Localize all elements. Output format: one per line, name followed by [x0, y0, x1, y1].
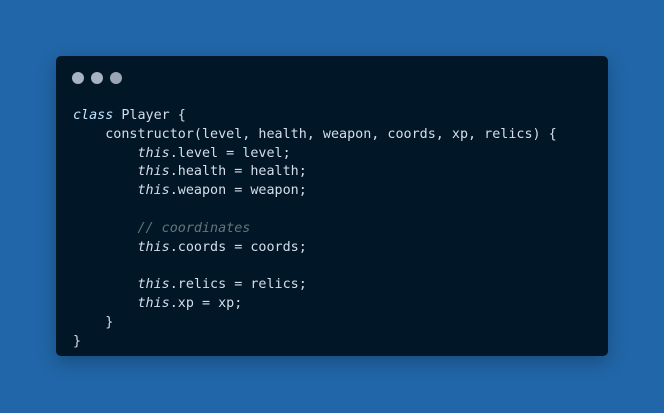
- code-line-11: this.xp = xp;: [73, 295, 557, 314]
- window-titlebar: [56, 56, 608, 96]
- assignment-coords: .coords = coords;: [169, 239, 307, 255]
- code-line-7: // coordinates: [73, 220, 557, 239]
- constructor-close-brace: }: [73, 314, 114, 330]
- this-keyword: this: [137, 183, 170, 199]
- code-line-5: this.weapon = weapon;: [73, 182, 557, 201]
- code-block: class Player { constructor(level, health…: [73, 107, 557, 351]
- this-keyword: this: [137, 145, 170, 161]
- comment-coordinates: // coordinates: [137, 220, 251, 236]
- class-keyword: class: [73, 108, 114, 123]
- constructor-signature: constructor(level, health, weapon, coord…: [73, 126, 557, 142]
- class-close-brace: }: [73, 333, 82, 349]
- page: { "window": { "title_dots": ["close-dot"…: [0, 0, 664, 413]
- class-declaration: Player {: [113, 108, 186, 123]
- code-window: class Player { constructor(level, health…: [56, 56, 608, 356]
- minimize-dot-icon[interactable]: [91, 72, 103, 84]
- code-line-4: this.health = health;: [73, 163, 557, 182]
- assignment-weapon: .weapon = weapon;: [169, 183, 307, 199]
- code-line-13: }: [73, 333, 557, 352]
- this-keyword: this: [137, 239, 170, 255]
- maximize-dot-icon[interactable]: [110, 72, 122, 84]
- close-dot-icon[interactable]: [72, 72, 84, 84]
- this-keyword: this: [137, 164, 170, 180]
- assignment-health: .health = health;: [169, 164, 307, 180]
- code-line-3: this.level = level;: [73, 145, 557, 164]
- assignment-relics: .relics = relics;: [169, 277, 307, 293]
- code-line-8: this.coords = coords;: [73, 239, 557, 258]
- this-keyword: this: [137, 277, 170, 293]
- assignment-xp: .xp = xp;: [169, 295, 243, 311]
- this-keyword: this: [137, 295, 170, 311]
- assignment-level: .level = level;: [169, 145, 291, 161]
- code-line-10: this.relics = relics;: [73, 276, 557, 295]
- code-line-1: class Player {: [73, 107, 557, 126]
- code-line-12: }: [73, 314, 557, 333]
- code-line-2: constructor(level, health, weapon, coord…: [73, 126, 557, 145]
